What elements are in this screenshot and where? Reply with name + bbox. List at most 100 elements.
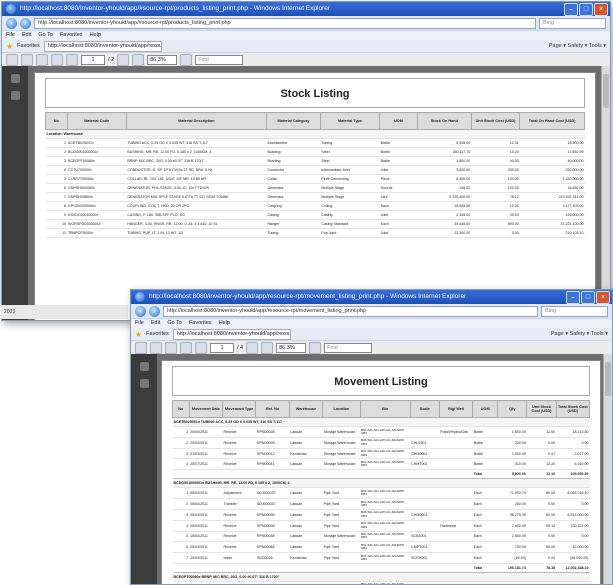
table-row[interactable]: 1 20/04/2011 Receive RPN00028 Labuan Storage … (172, 426, 590, 438)
zoom-select[interactable]: 86.3% (147, 55, 178, 65)
pdf-viewer[interactable]: Movement Listing No Movement Date Movement… (131, 354, 612, 584)
command-bar[interactable]: Page ▾ Safety ▾ Tools ▾ (549, 43, 606, 49)
table-row[interactable]: 8 GPG002000000x COUPLING, COIL T, HSD, 50 … (45, 201, 585, 211)
command-bar[interactable]: Page ▾ Safety ▾ Tools ▾ (551, 331, 608, 337)
next-page-icon[interactable] (195, 342, 207, 354)
attachments-icon[interactable] (10, 91, 20, 100)
next-page-icon[interactable] (66, 54, 78, 66)
search-input[interactable]: Bing (539, 17, 606, 29)
table-cell: 6 (172, 541, 190, 554)
menu-favorites[interactable]: Favorites (189, 319, 212, 328)
table-row[interactable]: 4 20/07/2011 Receive RPN00041 Labuan Storage … (172, 458, 590, 471)
table-cell: 22,300.00 (417, 228, 472, 238)
table-cell: 6,400.00 (417, 174, 472, 184)
table-row[interactable]: 5 CLRR7700000x COLLAR, RL. ON. L85, 4/3/4"… (45, 174, 585, 184)
table-row[interactable]: 3 05/04/2011 Receive RPN00035 Labuan Pipe Yar… (172, 509, 590, 521)
table-row[interactable]: 2 BCDG001000001x BUSHING, MR. RE. 12.00 FD… (45, 147, 585, 157)
menu-edit[interactable]: Edit (151, 319, 160, 328)
table-row[interactable]: 9 KSXDC00010000x CASING, P. L80. SMLSPF PL… (45, 210, 585, 220)
address-field[interactable]: http://localhost:8080/inventor-yhould/ap… (163, 305, 538, 317)
zoom-out-icon[interactable] (246, 342, 259, 354)
title-bar[interactable]: http://localhost:8080/Inventor-yhould/ap… (2, 2, 610, 16)
pages-icon[interactable] (10, 74, 20, 83)
menu-help[interactable]: Help (90, 31, 101, 40)
maximize-button[interactable]: □ (581, 291, 595, 304)
address-field[interactable]: http://localhost:8080/inventor-yhould/ap… (34, 17, 536, 29)
menu-goto[interactable]: Go To (38, 31, 53, 40)
browser-window-movement-listing[interactable]: http://localhost:8080/inventor-yhould/ap… (130, 289, 613, 585)
browser-tab[interactable]: http://localhost:8080/inventor-yhould/ap… (172, 328, 291, 340)
minimize-button[interactable]: – (564, 3, 578, 16)
share-icon[interactable] (36, 54, 48, 66)
favorites-button[interactable]: Favorites (17, 43, 40, 49)
forward-arrow-icon[interactable]: › (149, 305, 160, 317)
table-row[interactable]: 105/04/2011ReceiveRPN00055LabuanPipe Yar… (172, 581, 590, 584)
share-icon[interactable] (165, 342, 177, 354)
menu-file[interactable]: File (135, 319, 144, 328)
forward-arrow-icon[interactable]: › (20, 17, 31, 29)
zoom-in-icon[interactable] (261, 342, 274, 354)
table-row[interactable]: 10 WORSPDD000001x HANGER, 3.00, HNGR. RR, … (45, 219, 585, 229)
find-input[interactable]: Find (195, 55, 244, 65)
close-button[interactable]: × (596, 291, 610, 304)
vertical-scrollbar[interactable] (603, 354, 612, 584)
print-icon[interactable] (21, 54, 33, 66)
maximize-button[interactable]: □ (579, 3, 593, 16)
previous-page-icon[interactable] (180, 342, 192, 354)
table-row[interactable]: 6 GNPRH000080x GENERATOR, PHL-STAGE, 4-SL-… (45, 183, 585, 193)
minimize-button[interactable]: – (566, 291, 580, 304)
back-arrow-icon[interactable]: ‹ (6, 17, 17, 29)
find-input[interactable]: Find (324, 343, 373, 353)
menu-edit[interactable]: Edit (22, 31, 31, 40)
zoom-out-icon[interactable] (117, 54, 130, 66)
favorites-star-icon[interactable]: ★ (6, 42, 13, 51)
browser-tab[interactable]: http://localhost:8080/inventor-yhould/ap… (43, 40, 162, 52)
zoom-select[interactable]: 86.3% (276, 343, 307, 353)
table-row[interactable]: 1 ACETB025001x TUBING ACC, 0.25 OD X 0.035… (45, 138, 585, 148)
search-input[interactable]: Bing (541, 305, 608, 317)
menu-goto[interactable]: Go To (167, 319, 182, 328)
save-icon[interactable] (6, 54, 18, 66)
attachments-icon[interactable] (139, 379, 149, 388)
table-row[interactable]: 6 25/04/2011 Receive RPN00048 Labuan Pipe Yar… (172, 541, 590, 554)
table-row[interactable]: 1 05/04/2011 Adjustment ADJ000037 Labuan Pipe… (172, 487, 590, 500)
title-bar[interactable]: http://localhost:8080/inventor-yhould/ap… (131, 290, 612, 304)
menu-favorites[interactable]: Favorites (60, 31, 83, 40)
group-row: Location: Warehouse (45, 129, 585, 139)
fit-page-icon[interactable] (309, 342, 322, 354)
table-row[interactable]: 3 BCEGPT00080x BRNP, M/C BRC, 20O, 0.00 #0… (45, 156, 585, 166)
table-cell: Receive (222, 448, 256, 460)
fit-page-icon[interactable] (180, 54, 193, 66)
pages-icon[interactable] (139, 362, 149, 371)
vertical-scrollbar[interactable] (601, 66, 610, 320)
table-row[interactable]: 7 20/04/2011 Issue ISS00026 Kemaman Pipe Yard… (172, 552, 590, 564)
back-arrow-icon[interactable]: ‹ (135, 305, 146, 317)
table-row[interactable]: 5 15/04/2011 Receive RPN00038 Labuan Storage … (172, 531, 590, 543)
pdf-viewer[interactable]: Stock Listing No Material Code Material De… (2, 66, 610, 320)
close-button[interactable]: × (594, 3, 608, 16)
table-row[interactable]: 4 05/04/2011 Receive RPN00035 Labuan Pipe Yar… (172, 520, 590, 532)
page-number-input[interactable]: 1 (81, 55, 105, 65)
table-row[interactable]: 11 TBNPCPD000x TUBING, PUP, LT. 2 IN, 12 W… (45, 228, 585, 238)
favorites-button[interactable]: Favorites (146, 331, 169, 337)
save-icon[interactable] (135, 342, 147, 354)
table-cell (172, 469, 473, 480)
table-cell: 2 (172, 437, 190, 449)
table-row[interactable]: 3 21/03/2011 Receive RPN00012 Kemaman Storage… (172, 448, 590, 460)
page-number-input[interactable]: 1 (210, 343, 234, 353)
browser-window-stock-listing[interactable]: http://localhost:8080/Inventor-yhould/ap… (1, 1, 611, 321)
table-cell: 20/04/2011 (189, 552, 223, 564)
previous-page-icon[interactable] (51, 54, 63, 66)
table-row[interactable]: 7 GNPRH00800x GENERATOR MULTIPLE STAGE 6-I… (45, 192, 585, 202)
table-row[interactable]: 4 CCTU700000x CONDUCTOR, D. SP, 1P 8 OV(Sc… (45, 165, 585, 175)
table-cell: Generator (266, 192, 321, 202)
print-icon[interactable] (150, 342, 162, 354)
menu-file[interactable]: File (6, 31, 15, 40)
table-cell: GENERATOR, PHL-STAGE, 4-SL-IC, 120 FTD/W… (126, 183, 267, 193)
table-row[interactable]: 2 05/04/2011 Transfer ADJ000037 Labuan Pipe Y… (172, 498, 590, 510)
table-cell: 34,445.00 (417, 219, 472, 229)
menu-help[interactable]: Help (219, 319, 230, 328)
favorites-star-icon[interactable]: ★ (135, 330, 142, 339)
zoom-in-icon[interactable] (132, 54, 145, 66)
table-row[interactable]: 2 20/04/2011 Receive RPN00028 Labuan Storage … (172, 437, 590, 449)
